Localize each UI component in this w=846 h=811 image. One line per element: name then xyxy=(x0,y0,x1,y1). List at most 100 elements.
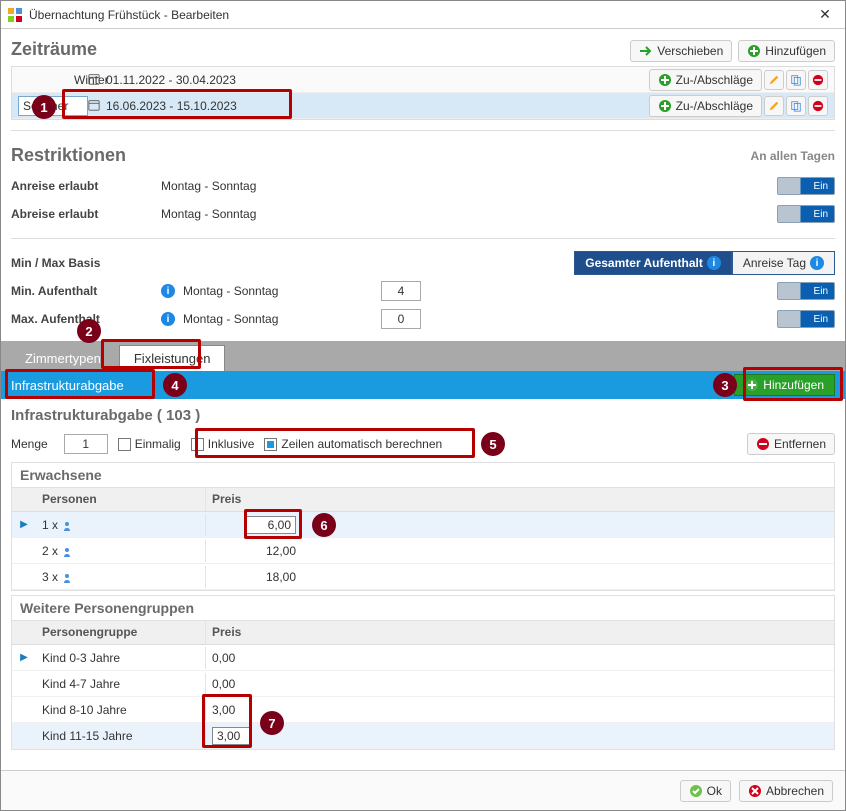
weitere-row[interactable]: ▶ Kind 0-3 Jahre 0,00 xyxy=(12,645,834,671)
preis-input[interactable]: 6,00 xyxy=(246,516,296,534)
gruppe-label: Kind 11-15 Jahre xyxy=(36,725,206,747)
auto-berechnen-label: Zeilen automatisch berechnen xyxy=(281,437,442,451)
all-days-label: An allen Tagen xyxy=(751,149,835,163)
row-indicator-icon: ▶ xyxy=(12,652,36,663)
min-toggle[interactable]: Ein xyxy=(777,282,835,300)
tab-fixleistungen[interactable]: Fixleistungen xyxy=(119,345,226,371)
copy-button[interactable] xyxy=(786,70,806,90)
entfernen-button[interactable]: Entfernen xyxy=(747,433,835,455)
window-title: Übernachtung Frühstück - Bearbeiten xyxy=(29,8,811,22)
info-icon: i xyxy=(707,256,721,270)
zuabschlaege-button[interactable]: Zu-/Abschläge xyxy=(649,69,762,91)
gruppe-label: Kind 4-7 Jahre xyxy=(36,673,206,695)
erwachsene-header-row: Personen Preis xyxy=(12,488,834,512)
inklusive-checkbox[interactable]: Inklusive xyxy=(191,437,255,451)
period-row-winter[interactable]: Winter 01.11.2022 - 30.04.2023 Zu-/Absch… xyxy=(12,67,834,93)
period-name: Winter xyxy=(18,73,88,87)
fixleistung-hinzufuegen-button[interactable]: Hinzufügen xyxy=(734,374,835,396)
anreise-value: Montag - Sonntag xyxy=(161,179,361,193)
seg-anreise-tag[interactable]: Anreise Tag i xyxy=(732,251,835,275)
menge-label: Menge xyxy=(11,437,48,451)
weitere-groupbox: Weitere Personengruppen Personengruppe P… xyxy=(11,595,835,750)
min-aufenthalt-label: Min. Aufenthalt xyxy=(11,284,161,298)
inklusive-label: Inklusive xyxy=(208,437,255,451)
footer: Ok Abbrechen xyxy=(1,770,845,810)
delete-button[interactable] xyxy=(808,96,828,116)
zuabschlaege-label: Zu-/Abschläge xyxy=(676,73,753,87)
weitere-row[interactable]: Kind 8-10 Jahre 3,00 xyxy=(12,697,834,723)
copy-button[interactable] xyxy=(786,96,806,116)
weitere-row[interactable]: Kind 4-7 Jahre 0,00 xyxy=(12,671,834,697)
max-value-input[interactable]: 0 xyxy=(381,309,421,329)
erwachsene-heading: Erwachsene xyxy=(12,463,834,488)
fixleistung-detail-title: Infrastrukturabgabe ( 103 ) xyxy=(11,407,835,424)
plus-icon xyxy=(747,44,761,58)
minmax-basis-label: Min / Max Basis xyxy=(11,256,161,270)
weitere-header-row: Personengruppe Preis xyxy=(12,621,834,645)
cancel-label: Abbrechen xyxy=(766,784,824,798)
hinzufuegen-zeitraum-button[interactable]: Hinzufügen xyxy=(738,40,835,62)
auto-berechnen-checkbox[interactable]: Zeilen automatisch berechnen xyxy=(264,437,442,451)
preis-cell: 3,00 xyxy=(206,699,326,721)
zeitraeume-list: Winter 01.11.2022 - 30.04.2023 Zu-/Absch… xyxy=(11,66,835,120)
plus-icon xyxy=(658,99,672,113)
anreise-label: Anreise erlaubt xyxy=(11,179,161,193)
person-icon xyxy=(62,520,72,530)
tab-zimmertypen[interactable]: Zimmertypen xyxy=(11,345,115,371)
anreise-toggle[interactable]: Ein xyxy=(777,177,835,195)
person-icon xyxy=(62,546,72,556)
weitere-heading: Weitere Personengruppen xyxy=(12,596,834,621)
erwachsene-row[interactable]: 3 x 18,00 xyxy=(12,564,834,590)
dialog-window: Übernachtung Frühstück - Bearbeiten ✕ Ze… xyxy=(0,0,846,811)
period-dates-text: 01.11.2022 - 30.04.2023 xyxy=(106,73,236,87)
info-icon[interactable]: i xyxy=(161,284,175,298)
max-day-range: Montag - Sonntag xyxy=(175,312,375,326)
gruppe-label: Kind 0-3 Jahre xyxy=(36,647,206,669)
entfernen-label: Entfernen xyxy=(774,437,826,451)
arrow-right-icon xyxy=(639,44,653,58)
checkbox-icon xyxy=(191,438,204,451)
cancel-button[interactable]: Abbrechen xyxy=(739,780,833,802)
delete-button[interactable] xyxy=(808,70,828,90)
erwachsene-row[interactable]: 2 x 12,00 xyxy=(12,538,834,564)
restriktionen-heading: Restriktionen xyxy=(11,145,126,166)
abreise-toggle[interactable]: Ein xyxy=(777,205,835,223)
hinzufuegen-zeitraum-label: Hinzufügen xyxy=(765,44,826,58)
callout-5: 5 xyxy=(481,432,505,456)
minus-icon xyxy=(756,437,770,451)
zuabschlaege-button[interactable]: Zu-/Abschläge xyxy=(649,95,762,117)
gruppe-label: Kind 8-10 Jahre xyxy=(36,699,206,721)
zuabschlaege-label: Zu-/Abschläge xyxy=(676,99,753,113)
personen-label: 1 x xyxy=(42,518,58,532)
abreise-value: Montag - Sonntag xyxy=(161,207,361,221)
checkbox-icon xyxy=(264,438,277,451)
person-icon xyxy=(62,572,72,582)
weitere-row[interactable]: Kind 11-15 Jahre 3,00 7 xyxy=(12,723,834,749)
callout-4: 4 xyxy=(163,373,187,397)
fixleistung-selected-label: Infrastrukturabgabe xyxy=(11,378,124,393)
preis-cell: 12,00 xyxy=(206,540,326,562)
calendar-icon xyxy=(88,99,102,113)
checkbox-icon xyxy=(118,438,131,451)
col-preis: Preis xyxy=(206,621,326,644)
minmax-basis-segmented: Gesamter Aufenthalt i Anreise Tag i xyxy=(574,251,835,275)
period-row-sommer[interactable]: Sommer 16.06.2023 - 15.10.2023 Zu-/Absch… xyxy=(12,93,834,119)
min-day-range: Montag - Sonntag xyxy=(175,284,375,298)
einmalig-label: Einmalig xyxy=(135,437,181,451)
menge-input[interactable]: 1 xyxy=(64,434,108,454)
preis-input[interactable]: 3,00 xyxy=(212,727,252,745)
info-icon[interactable]: i xyxy=(161,312,175,326)
max-toggle[interactable]: Ein xyxy=(777,310,835,328)
close-button[interactable]: ✕ xyxy=(811,4,839,26)
cancel-icon xyxy=(748,784,762,798)
edit-button[interactable] xyxy=(764,70,784,90)
app-icon xyxy=(7,7,23,23)
verschieben-button[interactable]: Verschieben xyxy=(630,40,732,62)
edit-button[interactable] xyxy=(764,96,784,116)
seg-gesamter-aufenthalt[interactable]: Gesamter Aufenthalt i xyxy=(574,251,732,275)
erwachsene-row[interactable]: ▶ 1 x 6,00 6 xyxy=(12,512,834,538)
einmalig-checkbox[interactable]: Einmalig xyxy=(118,437,181,451)
plus-icon xyxy=(658,73,672,87)
min-value-input[interactable]: 4 xyxy=(381,281,421,301)
ok-button[interactable]: Ok xyxy=(680,780,731,802)
